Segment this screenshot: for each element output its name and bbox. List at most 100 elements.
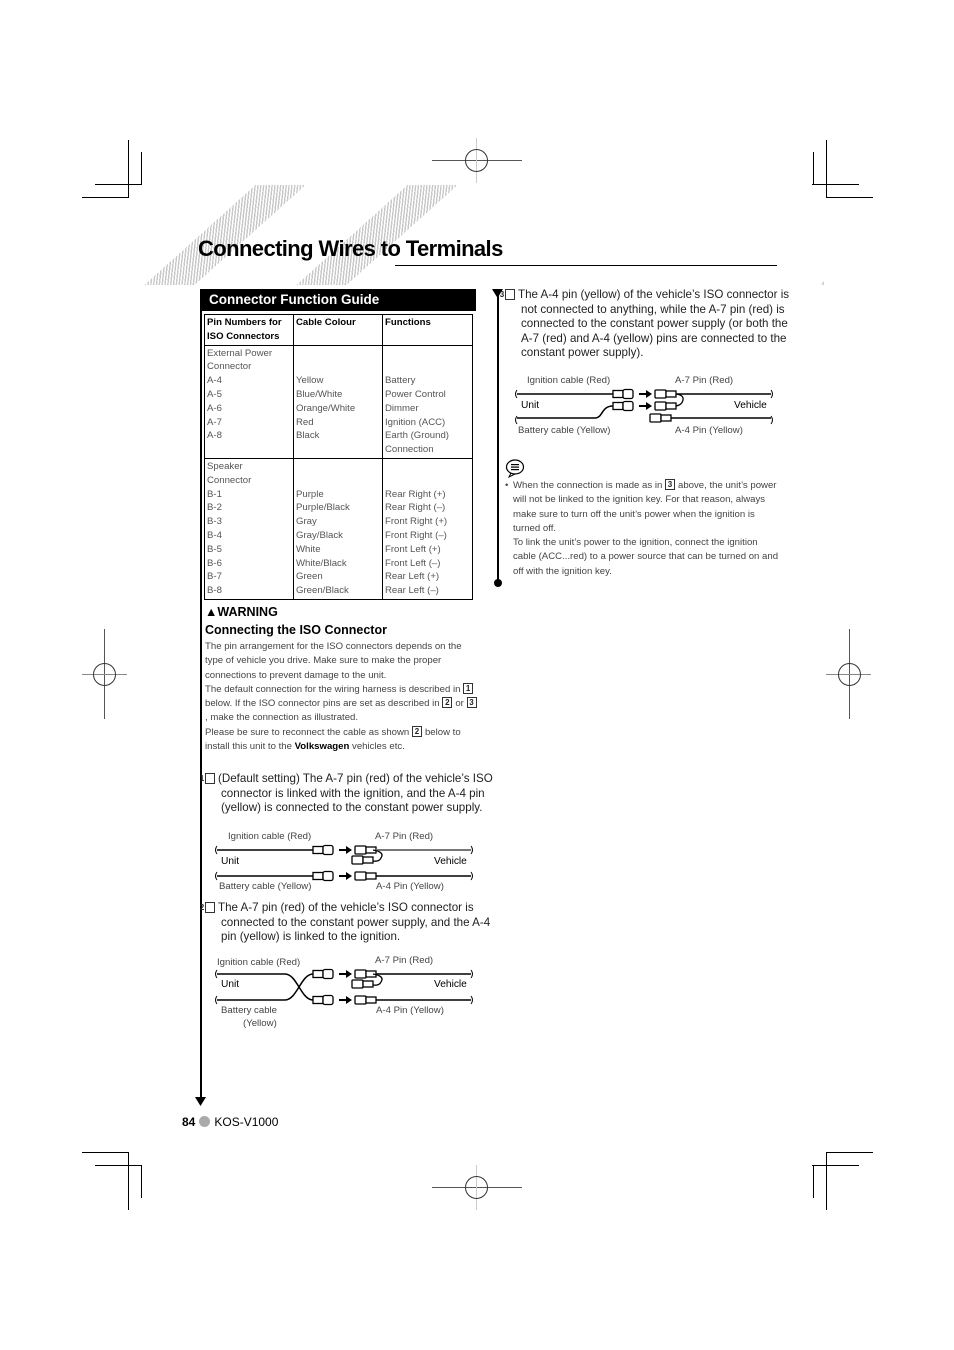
break-mark bbox=[770, 415, 773, 425]
ref-2: 2 bbox=[442, 697, 453, 709]
connector-socket bbox=[362, 856, 374, 864]
connector-socket bbox=[354, 845, 367, 855]
arrow-down-icon bbox=[195, 1097, 206, 1106]
function-value: Front Left (–) bbox=[385, 557, 441, 569]
warning-heading: Connecting the ISO Connector bbox=[205, 623, 387, 637]
case-2-text: 2 The A-7 pin (red) of the vehicle’s ISO … bbox=[199, 901, 491, 943]
column-header: Functions bbox=[382, 314, 473, 346]
arrow-icon bbox=[346, 846, 352, 854]
column-rule-right bbox=[497, 292, 499, 584]
pin-value: A-5 bbox=[207, 388, 222, 400]
colour-value: Green/Black bbox=[296, 585, 349, 597]
function-value: Earth (Ground) Connection bbox=[385, 430, 449, 456]
pin-cell: Speaker Connector B-1 B-2 B-3 B-4 B-5 B-6 B-7 B-… bbox=[204, 458, 294, 600]
arrow-icon bbox=[346, 996, 352, 1004]
pin-value: B-3 bbox=[207, 516, 222, 528]
break-mark bbox=[470, 969, 473, 979]
pin-value: A-6 bbox=[207, 402, 222, 414]
colour-value: Green bbox=[296, 571, 323, 583]
connector-socket bbox=[351, 855, 364, 865]
break-mark bbox=[215, 871, 218, 881]
break-mark bbox=[470, 871, 473, 881]
connector-plug bbox=[622, 400, 634, 412]
wiring-diagram bbox=[215, 968, 473, 1006]
pin-value: A-8 bbox=[207, 430, 222, 442]
break-mark bbox=[470, 995, 473, 1005]
function-value: Dimmer bbox=[385, 402, 419, 414]
break-mark bbox=[515, 389, 518, 399]
connector-socket bbox=[351, 979, 364, 989]
connector-plug bbox=[312, 845, 324, 855]
pin-value: B-2 bbox=[207, 502, 222, 514]
connector-socket bbox=[365, 996, 377, 1004]
decorative-stripe bbox=[296, 185, 458, 285]
wiring-diagram bbox=[515, 388, 773, 425]
pin-value: B-1 bbox=[207, 488, 222, 500]
group-name: Speaker Connector bbox=[207, 460, 252, 486]
connector-plug bbox=[322, 968, 334, 980]
function-cell: Battery Power Control Dimmer Ignition (ACC)… bbox=[382, 345, 473, 459]
table-header-row: Pin Numbers for ISO Connectors Cable Col… bbox=[204, 314, 473, 346]
decorative-stripe bbox=[144, 185, 306, 285]
function-value: Power Control bbox=[385, 388, 446, 400]
break-mark bbox=[215, 995, 218, 1005]
page-title: Connecting Wires to Terminals bbox=[198, 236, 503, 261]
function-value: Front Left (+) bbox=[385, 543, 441, 555]
title-rule bbox=[395, 265, 777, 266]
arrow-icon bbox=[346, 970, 352, 978]
connector-socket bbox=[649, 413, 662, 423]
connector-plug bbox=[322, 844, 334, 856]
pin-value: B-4 bbox=[207, 529, 222, 541]
colour-value: Gray/Black bbox=[296, 529, 343, 541]
pin-value: A-7 bbox=[207, 416, 222, 428]
pin-value: B-6 bbox=[207, 557, 222, 569]
break-mark bbox=[515, 415, 518, 425]
note-icon bbox=[505, 459, 525, 479]
connector-socket bbox=[354, 995, 367, 1005]
table-row: Speaker Connector B-1 B-2 B-3 B-4 B-5 B-6 B-7 B-… bbox=[204, 458, 473, 600]
connector-socket bbox=[665, 402, 677, 410]
function-cell: Rear Right (+) Rear Right (–) Front Right … bbox=[382, 458, 473, 600]
break-mark bbox=[770, 389, 773, 399]
warning-text: The pin arrangement for the ISO connecto… bbox=[205, 640, 480, 754]
colour-value: Orange/White bbox=[296, 402, 356, 414]
brand-name: Volkswagen bbox=[294, 741, 350, 753]
pin-cell: External Power Connector A-4 A-5 A-6 A-7 A-8 bbox=[204, 345, 294, 459]
ref-1: 1 bbox=[463, 682, 474, 694]
connector-socket bbox=[654, 389, 667, 399]
connector-table: Pin Numbers for ISO Connectors Cable Col… bbox=[204, 314, 473, 600]
colour-value: Gray bbox=[296, 516, 317, 528]
wire bbox=[217, 973, 314, 1001]
function-value: Battery bbox=[385, 375, 416, 387]
section-heading: Connector Function Guide bbox=[201, 289, 476, 311]
page-footer: 84 KOS-V1000 bbox=[182, 1115, 278, 1129]
function-value: Front Right (–) bbox=[385, 529, 447, 541]
column-rule-left bbox=[200, 289, 202, 1099]
pin-value: B-5 bbox=[207, 543, 222, 555]
wiring-diagram bbox=[215, 844, 473, 882]
break-mark bbox=[215, 969, 218, 979]
arrow-icon bbox=[646, 402, 652, 410]
connector-socket bbox=[362, 980, 374, 988]
connector-plug bbox=[612, 401, 624, 411]
pin-value: B-8 bbox=[207, 585, 222, 597]
colour-value: Yellow bbox=[296, 375, 324, 387]
colour-value: Black bbox=[296, 430, 320, 442]
column-header: Pin Numbers for ISO Connectors bbox=[204, 314, 294, 346]
connector-plug bbox=[312, 995, 324, 1005]
colour-value: Red bbox=[296, 416, 314, 428]
connector-socket bbox=[365, 872, 377, 880]
page-number: 84 bbox=[182, 1115, 196, 1129]
table-row: External Power Connector A-4 A-5 A-6 A-7 A-8 … bbox=[204, 345, 473, 459]
function-value: Rear Left (–) bbox=[385, 585, 439, 597]
colour-cell: Purple Purple/Black Gray Gray/Black White Whi… bbox=[293, 458, 383, 600]
function-value: Rear Left (+) bbox=[385, 571, 440, 583]
colour-value: Blue/White bbox=[296, 388, 343, 400]
warning-label: ▲WARNING bbox=[205, 605, 278, 619]
arrow-icon bbox=[646, 390, 652, 398]
connector-socket bbox=[654, 401, 667, 411]
column-header: Cable Colour bbox=[293, 314, 383, 346]
break-mark bbox=[215, 845, 218, 855]
break-mark bbox=[470, 845, 473, 855]
colour-value: White bbox=[296, 543, 321, 555]
